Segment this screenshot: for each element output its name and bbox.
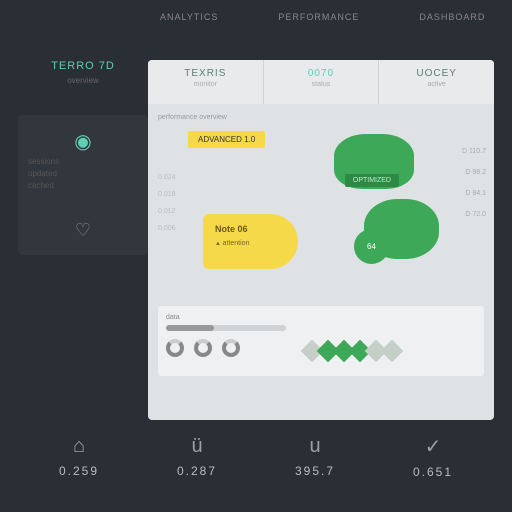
chart-icon: ◉ — [28, 129, 138, 154]
axis-tick: 0.006 — [158, 225, 176, 232]
sidebar-stat-block[interactable]: ◉ sessions updated cached ♡ — [18, 115, 148, 255]
header-item[interactable]: ANALYTICS — [160, 12, 218, 40]
note-popup[interactable]: Note 06 attention — [203, 214, 298, 269]
popup-sub: attention — [215, 240, 286, 247]
sidebar: TERRO 7D overview ◉ sessions updated cac… — [18, 40, 148, 420]
tab-title: TEXRIS — [148, 68, 263, 79]
stat-line: updated — [28, 169, 138, 178]
axis-tick: 0.024 — [158, 174, 176, 181]
bottom-panel: data — [158, 306, 484, 376]
tab-sub: status — [264, 81, 379, 88]
u-icon: u — [295, 435, 335, 458]
progress-bar — [166, 325, 286, 331]
footer-metric[interactable]: ✓ 0.651 — [413, 434, 453, 479]
axis-tick: 0.018 — [158, 191, 176, 198]
metric-value: 0.651 — [413, 465, 453, 479]
metric-value: 0.259 — [59, 464, 99, 478]
right-axis: D 110.7 D 98.2 D 84.1 D 72.0 — [462, 134, 486, 232]
top-header: ANALYTICS PERFORMANCE DASHBOARD — [0, 0, 512, 40]
left-axis: 0.024 0.018 0.012 0.006 — [158, 164, 176, 242]
header-item[interactable]: DASHBOARD — [419, 12, 485, 40]
donut-chart-icon[interactable] — [222, 339, 240, 357]
advanced-badge[interactable]: ADVANCED 1.0 — [188, 131, 265, 148]
popup-title: Note 06 — [215, 224, 286, 234]
user-icon: ü — [177, 435, 217, 458]
axis-tick: D 98.2 — [462, 169, 486, 176]
footer-bar: ⌂ 0.259 ü 0.287 u 395.7 ✓ 0.651 — [0, 420, 512, 492]
tab-uocey[interactable]: UOCEY active — [379, 60, 494, 104]
tab-title: 0070 — [264, 68, 379, 79]
axis-tick: D 72.0 — [462, 211, 486, 218]
sidebar-subtitle: overview — [18, 76, 148, 85]
stat-line: cached — [28, 181, 138, 190]
tab-sub: active — [379, 81, 494, 88]
sidebar-title: TERRO 7D — [18, 60, 148, 72]
tab-title: UOCEY — [379, 68, 494, 79]
home-icon: ⌂ — [59, 435, 99, 458]
tab-sub: monitor — [148, 81, 263, 88]
stat-line: sessions — [28, 157, 138, 166]
tab-0070[interactable]: 0070 status — [264, 60, 380, 104]
metric-value: 0.287 — [177, 464, 217, 478]
footer-metric[interactable]: u 395.7 — [295, 435, 335, 478]
cluster-node-small[interactable]: 64 — [354, 229, 389, 264]
axis-tick: 0.012 — [158, 208, 176, 215]
canvas-label: performance overview — [158, 114, 484, 121]
footer-metric[interactable]: ⌂ 0.259 — [59, 435, 99, 478]
footer-metric[interactable]: ü 0.287 — [177, 435, 217, 478]
tabs-bar: TEXRIS monitor 0070 status UOCEY active — [148, 60, 494, 104]
axis-tick: D 110.7 — [462, 148, 486, 155]
content-panel: TEXRIS monitor 0070 status UOCEY active … — [148, 60, 494, 420]
cluster-label: OPTIMIZED — [345, 174, 399, 187]
tab-texris[interactable]: TEXRIS monitor — [148, 60, 264, 104]
check-icon: ✓ — [413, 434, 453, 459]
header-item[interactable]: PERFORMANCE — [278, 12, 359, 40]
panel-label: data — [166, 314, 286, 321]
axis-tick: D 84.1 — [462, 190, 486, 197]
heart-icon: ♡ — [28, 220, 138, 241]
canvas-area: performance overview ADVANCED 1.0 OPTIMI… — [148, 104, 494, 384]
donut-chart-icon[interactable] — [166, 339, 184, 357]
spark-point — [381, 340, 404, 363]
metric-value: 395.7 — [295, 464, 335, 478]
donut-chart-icon[interactable] — [194, 339, 212, 357]
sparkline — [306, 314, 476, 368]
